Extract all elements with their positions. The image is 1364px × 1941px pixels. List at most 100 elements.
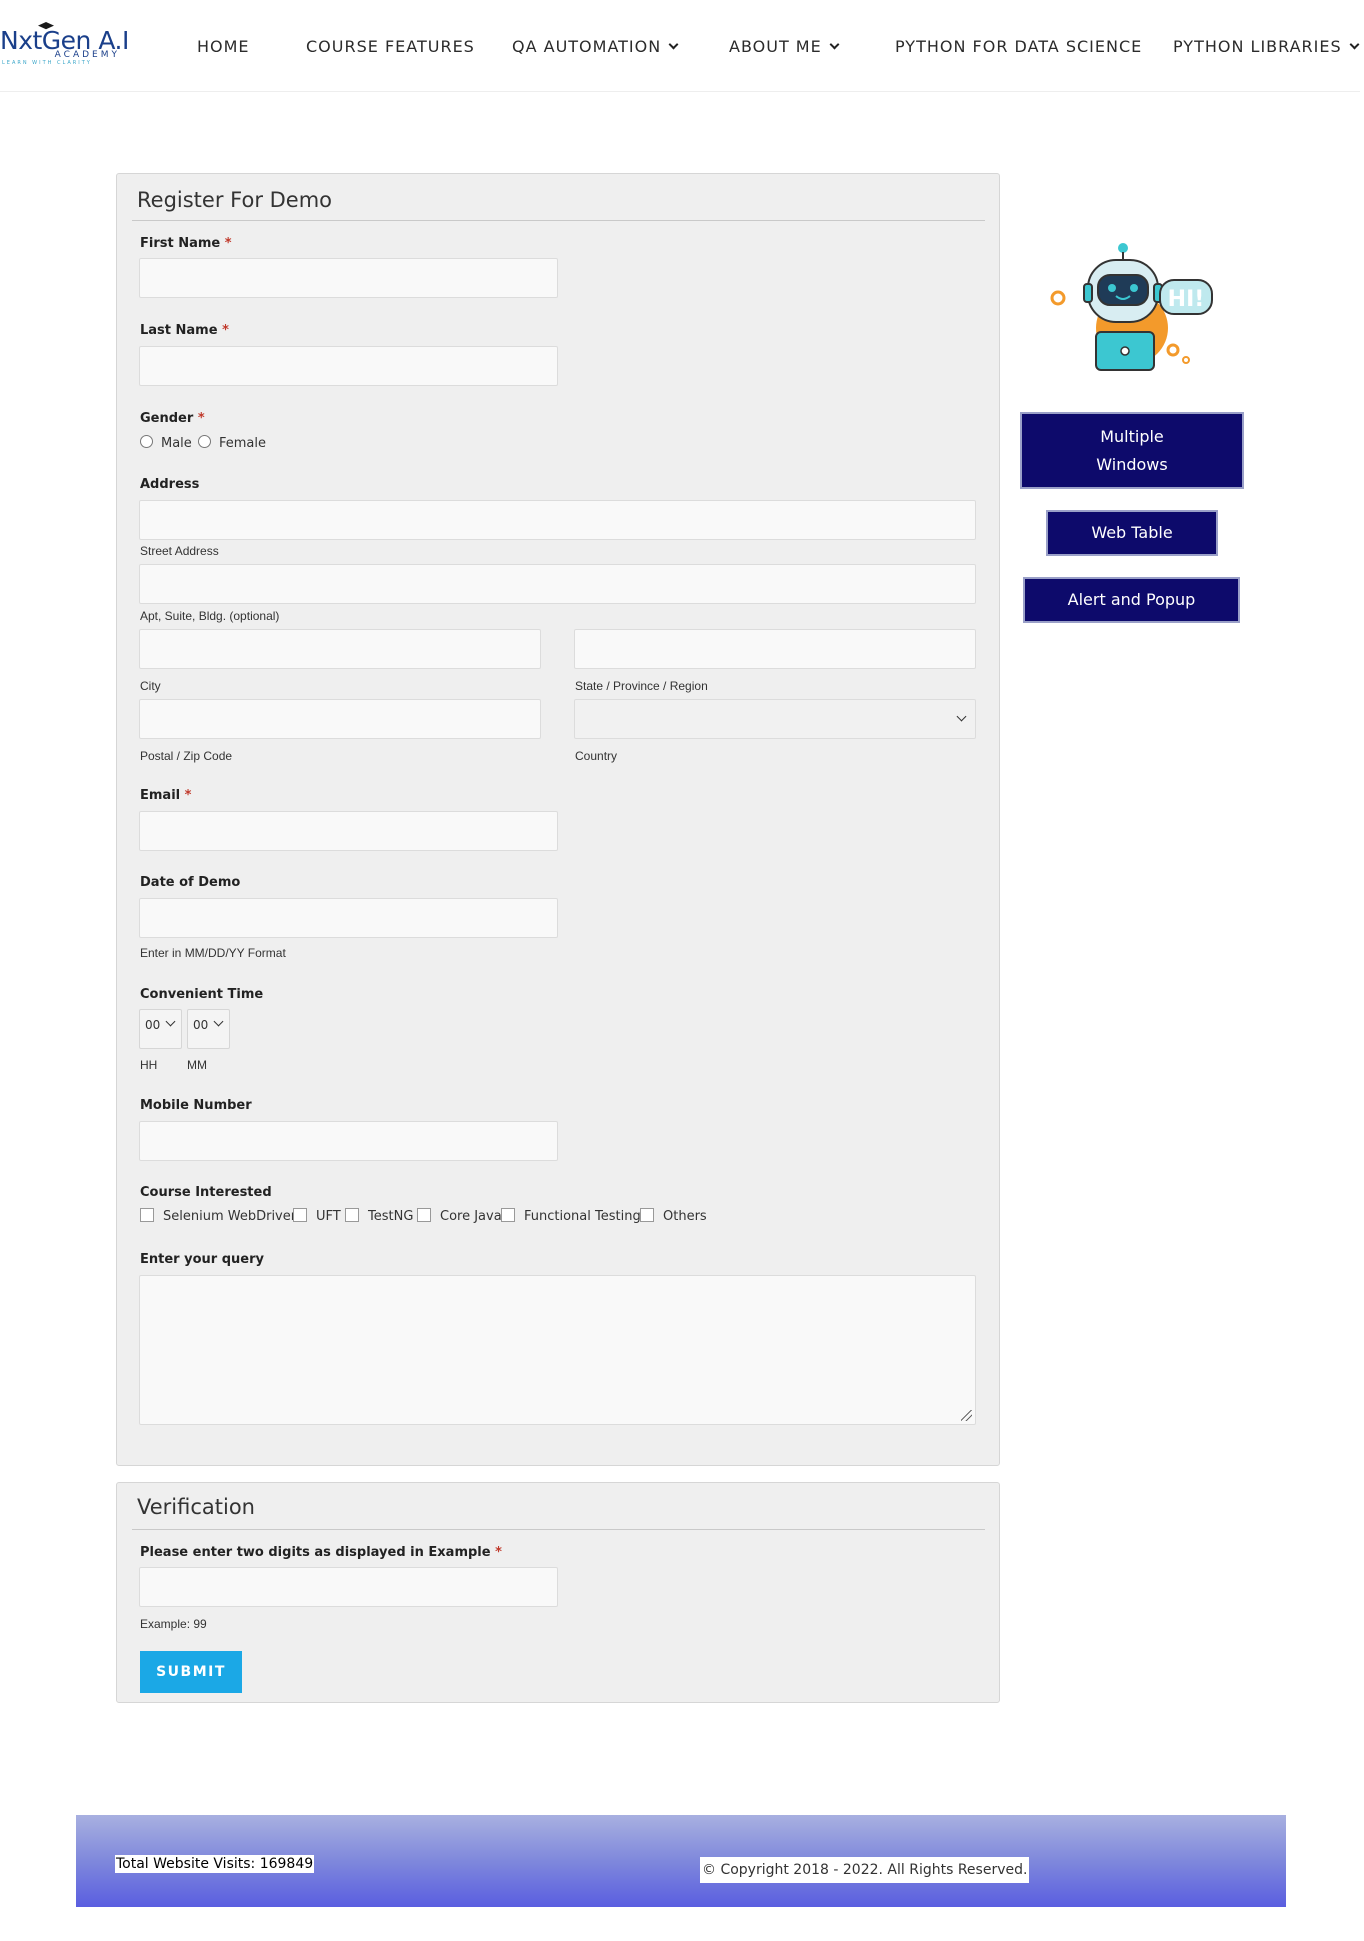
verification-label-text: Please enter two digits as displayed in … — [140, 1545, 491, 1560]
country-select[interactable] — [574, 699, 976, 739]
chevron-down-icon — [956, 711, 967, 722]
postal-code-input[interactable] — [139, 699, 541, 739]
email-label-text: Email — [140, 788, 181, 803]
register-form-panel: Register For Demo First Name * Last Name… — [116, 173, 1000, 1466]
course-option-label: TestNG — [368, 1209, 414, 1224]
chevron-down-icon — [213, 1016, 224, 1027]
nav-home-label: HOME — [197, 37, 250, 56]
required-mark: * — [197, 411, 205, 426]
checkbox[interactable] — [345, 1207, 359, 1222]
logo-tagline: LEARN WITH CLARITY — [2, 60, 92, 66]
title-divider — [132, 1529, 985, 1530]
title-divider — [132, 220, 985, 221]
required-mark: * — [224, 236, 232, 251]
course-option-label: Others — [663, 1209, 707, 1224]
web-table-label: Web Table — [1091, 523, 1173, 542]
street-address-caption: Street Address — [140, 544, 219, 558]
form-title: Register For Demo — [137, 188, 333, 212]
date-format-hint: Enter in MM/DD/YY Format — [140, 946, 286, 960]
checkbox[interactable] — [293, 1207, 307, 1222]
radio-button[interactable] — [140, 435, 153, 448]
gender-female-label: Female — [219, 436, 267, 451]
gender-female-option[interactable]: Female — [198, 435, 267, 451]
street-address-input[interactable] — [139, 500, 976, 540]
gender-male-label: Male — [161, 436, 192, 451]
course-option-testng[interactable]: TestNG — [345, 1207, 414, 1224]
verification-title: Verification — [137, 1495, 255, 1519]
course-option-others[interactable]: Others — [640, 1207, 707, 1224]
nav-course-features-label: COURSE FEATURES — [306, 37, 475, 56]
course-option-label: Selenium WebDriver — [163, 1209, 297, 1224]
hour-select[interactable]: 00 — [139, 1009, 182, 1049]
nav-about-me-label: ABOUT ME — [729, 37, 822, 56]
course-option-label: Core Java — [440, 1209, 502, 1224]
postal-code-caption: Postal / Zip Code — [140, 749, 233, 763]
nav-qa-automation[interactable]: QA AUTOMATION — [512, 37, 679, 56]
nav-home[interactable]: HOME — [197, 37, 250, 56]
chevron-down-icon — [1349, 39, 1360, 50]
nav-course-features[interactable]: COURSE FEATURES — [306, 37, 475, 56]
mobile-number-input[interactable] — [139, 1121, 558, 1161]
resize-handle-icon[interactable] — [961, 1410, 972, 1421]
checkbox[interactable] — [140, 1207, 154, 1222]
state-caption: State / Province / Region — [575, 679, 708, 693]
last-name-label: Last Name * — [140, 323, 229, 338]
apt-suite-input[interactable] — [139, 564, 976, 604]
course-option-core-java[interactable]: Core Java — [417, 1207, 502, 1224]
first-name-input[interactable] — [139, 258, 558, 298]
site-footer: Total Website Visits: 169849 © Copyright… — [76, 1815, 1286, 1907]
nav-qa-automation-label: QA AUTOMATION — [512, 37, 662, 56]
course-option-label: Functional Testing — [524, 1209, 641, 1224]
course-option-selenium[interactable]: Selenium WebDriver — [140, 1207, 297, 1224]
site-header: NxtGen A.I ACADEMY LEARN WITH CLARITY HO… — [0, 0, 1360, 92]
nav-about-me[interactable]: ABOUT ME — [729, 37, 840, 56]
minute-select[interactable]: 00 — [187, 1009, 230, 1049]
state-input[interactable] — [574, 629, 976, 669]
chevron-down-icon — [668, 39, 679, 50]
checkbox[interactable] — [417, 1207, 431, 1222]
date-of-demo-label: Date of Demo — [140, 875, 241, 890]
minute-caption: MM — [187, 1058, 207, 1072]
email-input[interactable] — [139, 811, 558, 851]
multiple-windows-label: Multiple Windows — [1096, 426, 1168, 474]
verification-panel: Verification Please enter two digits as … — [116, 1482, 1000, 1703]
query-textarea[interactable] — [139, 1275, 976, 1425]
course-option-uft[interactable]: UFT — [293, 1207, 341, 1224]
radio-button[interactable] — [198, 435, 211, 448]
date-of-demo-input[interactable] — [139, 898, 558, 938]
multiple-windows-button[interactable]: Multiple Windows — [1020, 412, 1244, 489]
course-option-label: UFT — [316, 1209, 341, 1224]
chevron-down-icon — [165, 1016, 176, 1027]
city-caption: City — [140, 679, 161, 693]
chatbot-illustration: HI! — [1050, 243, 1213, 371]
apt-suite-caption: Apt, Suite, Bldg. (optional) — [140, 609, 280, 623]
web-table-button[interactable]: Web Table — [1046, 510, 1218, 556]
bubble-text: HI! — [1168, 287, 1205, 312]
hour-caption: HH — [140, 1058, 158, 1072]
country-caption: Country — [575, 749, 618, 763]
verification-hint: Example: 99 — [140, 1617, 207, 1631]
mobile-number-label: Mobile Number — [140, 1098, 252, 1113]
city-input[interactable] — [139, 629, 541, 669]
first-name-label: First Name * — [140, 236, 232, 251]
checkbox[interactable] — [501, 1207, 515, 1222]
course-interested-label: Course Interested — [140, 1185, 272, 1200]
alert-and-popup-label: Alert and Popup — [1067, 590, 1196, 609]
gender-label-text: Gender — [140, 411, 194, 426]
checkbox[interactable] — [640, 1207, 654, 1222]
submit-button[interactable]: SUBMIT — [140, 1651, 242, 1693]
gender-label: Gender * — [140, 411, 205, 426]
verification-input[interactable] — [139, 1567, 558, 1607]
nav-python-data-science[interactable]: PYTHON FOR DATA SCIENCE — [895, 37, 1142, 56]
course-option-functional-testing[interactable]: Functional Testing — [501, 1207, 641, 1224]
main-nav: HOME COURSE FEATURES QA AUTOMATION ABOUT… — [0, 37, 1364, 57]
website-visits-counter: Total Website Visits: 169849 — [115, 1855, 315, 1873]
nav-python-libraries[interactable]: PYTHON LIBRARIES — [1173, 37, 1360, 56]
alert-and-popup-button[interactable]: Alert and Popup — [1023, 577, 1240, 623]
last-name-input[interactable] — [139, 346, 558, 386]
nav-python-libraries-label: PYTHON LIBRARIES — [1173, 37, 1342, 56]
required-mark: * — [495, 1545, 502, 1560]
verification-label: Please enter two digits as displayed in … — [140, 1545, 502, 1560]
gender-male-option[interactable]: Male — [140, 435, 192, 451]
required-mark: * — [184, 788, 192, 803]
